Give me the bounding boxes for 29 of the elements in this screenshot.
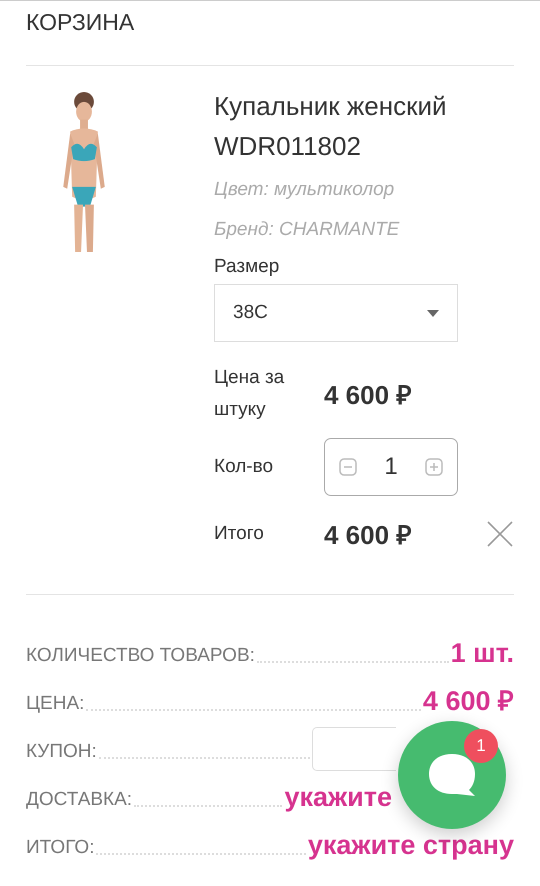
notification-badge: 1 bbox=[464, 729, 498, 763]
summary-label: КУПОН: bbox=[26, 740, 97, 764]
cart-title: КОРЗИНА bbox=[26, 8, 136, 37]
size-dropdown[interactable]: 38C bbox=[214, 284, 458, 342]
caret-icon bbox=[427, 310, 439, 316]
minus-icon[interactable] bbox=[339, 458, 357, 476]
coupon-field[interactable] bbox=[312, 727, 396, 771]
close-icon[interactable] bbox=[486, 520, 514, 548]
total-price: 4 600 ₽ bbox=[324, 519, 412, 552]
plus-icon[interactable] bbox=[424, 458, 443, 476]
chat-bubble-icon bbox=[427, 752, 477, 798]
unit-price-label: Цена за штуку bbox=[214, 366, 286, 422]
quantity-value: 1 bbox=[384, 453, 398, 481]
chat-button[interactable]: 1 bbox=[398, 721, 506, 829]
summary-value: укажите bbox=[284, 781, 392, 813]
total-label: Итого bbox=[214, 522, 265, 546]
summary-value: укажите страну bbox=[308, 829, 514, 861]
size-label: Размер bbox=[214, 256, 280, 278]
summary-value: 1 шт. bbox=[450, 637, 514, 669]
product-color: Цвет: мультиколор bbox=[214, 178, 396, 202]
summary-value: 4 600 ₽ bbox=[422, 685, 514, 717]
summary-label: КОЛИЧЕСТВО ТОВАРОВ: bbox=[26, 644, 255, 668]
product-brand: Бренд: CHARMANTE bbox=[214, 218, 400, 242]
unit-price: 4 600 ₽ bbox=[324, 379, 412, 412]
quantity-label: Кол-во bbox=[214, 455, 274, 479]
summary-label: ЦЕНА: bbox=[26, 692, 84, 716]
product-name[interactable]: Купальник женский WDR011802 bbox=[214, 86, 514, 166]
summary-label: ИТОГО: bbox=[26, 836, 94, 860]
summary-label: ДОСТАВКА: bbox=[26, 788, 132, 812]
